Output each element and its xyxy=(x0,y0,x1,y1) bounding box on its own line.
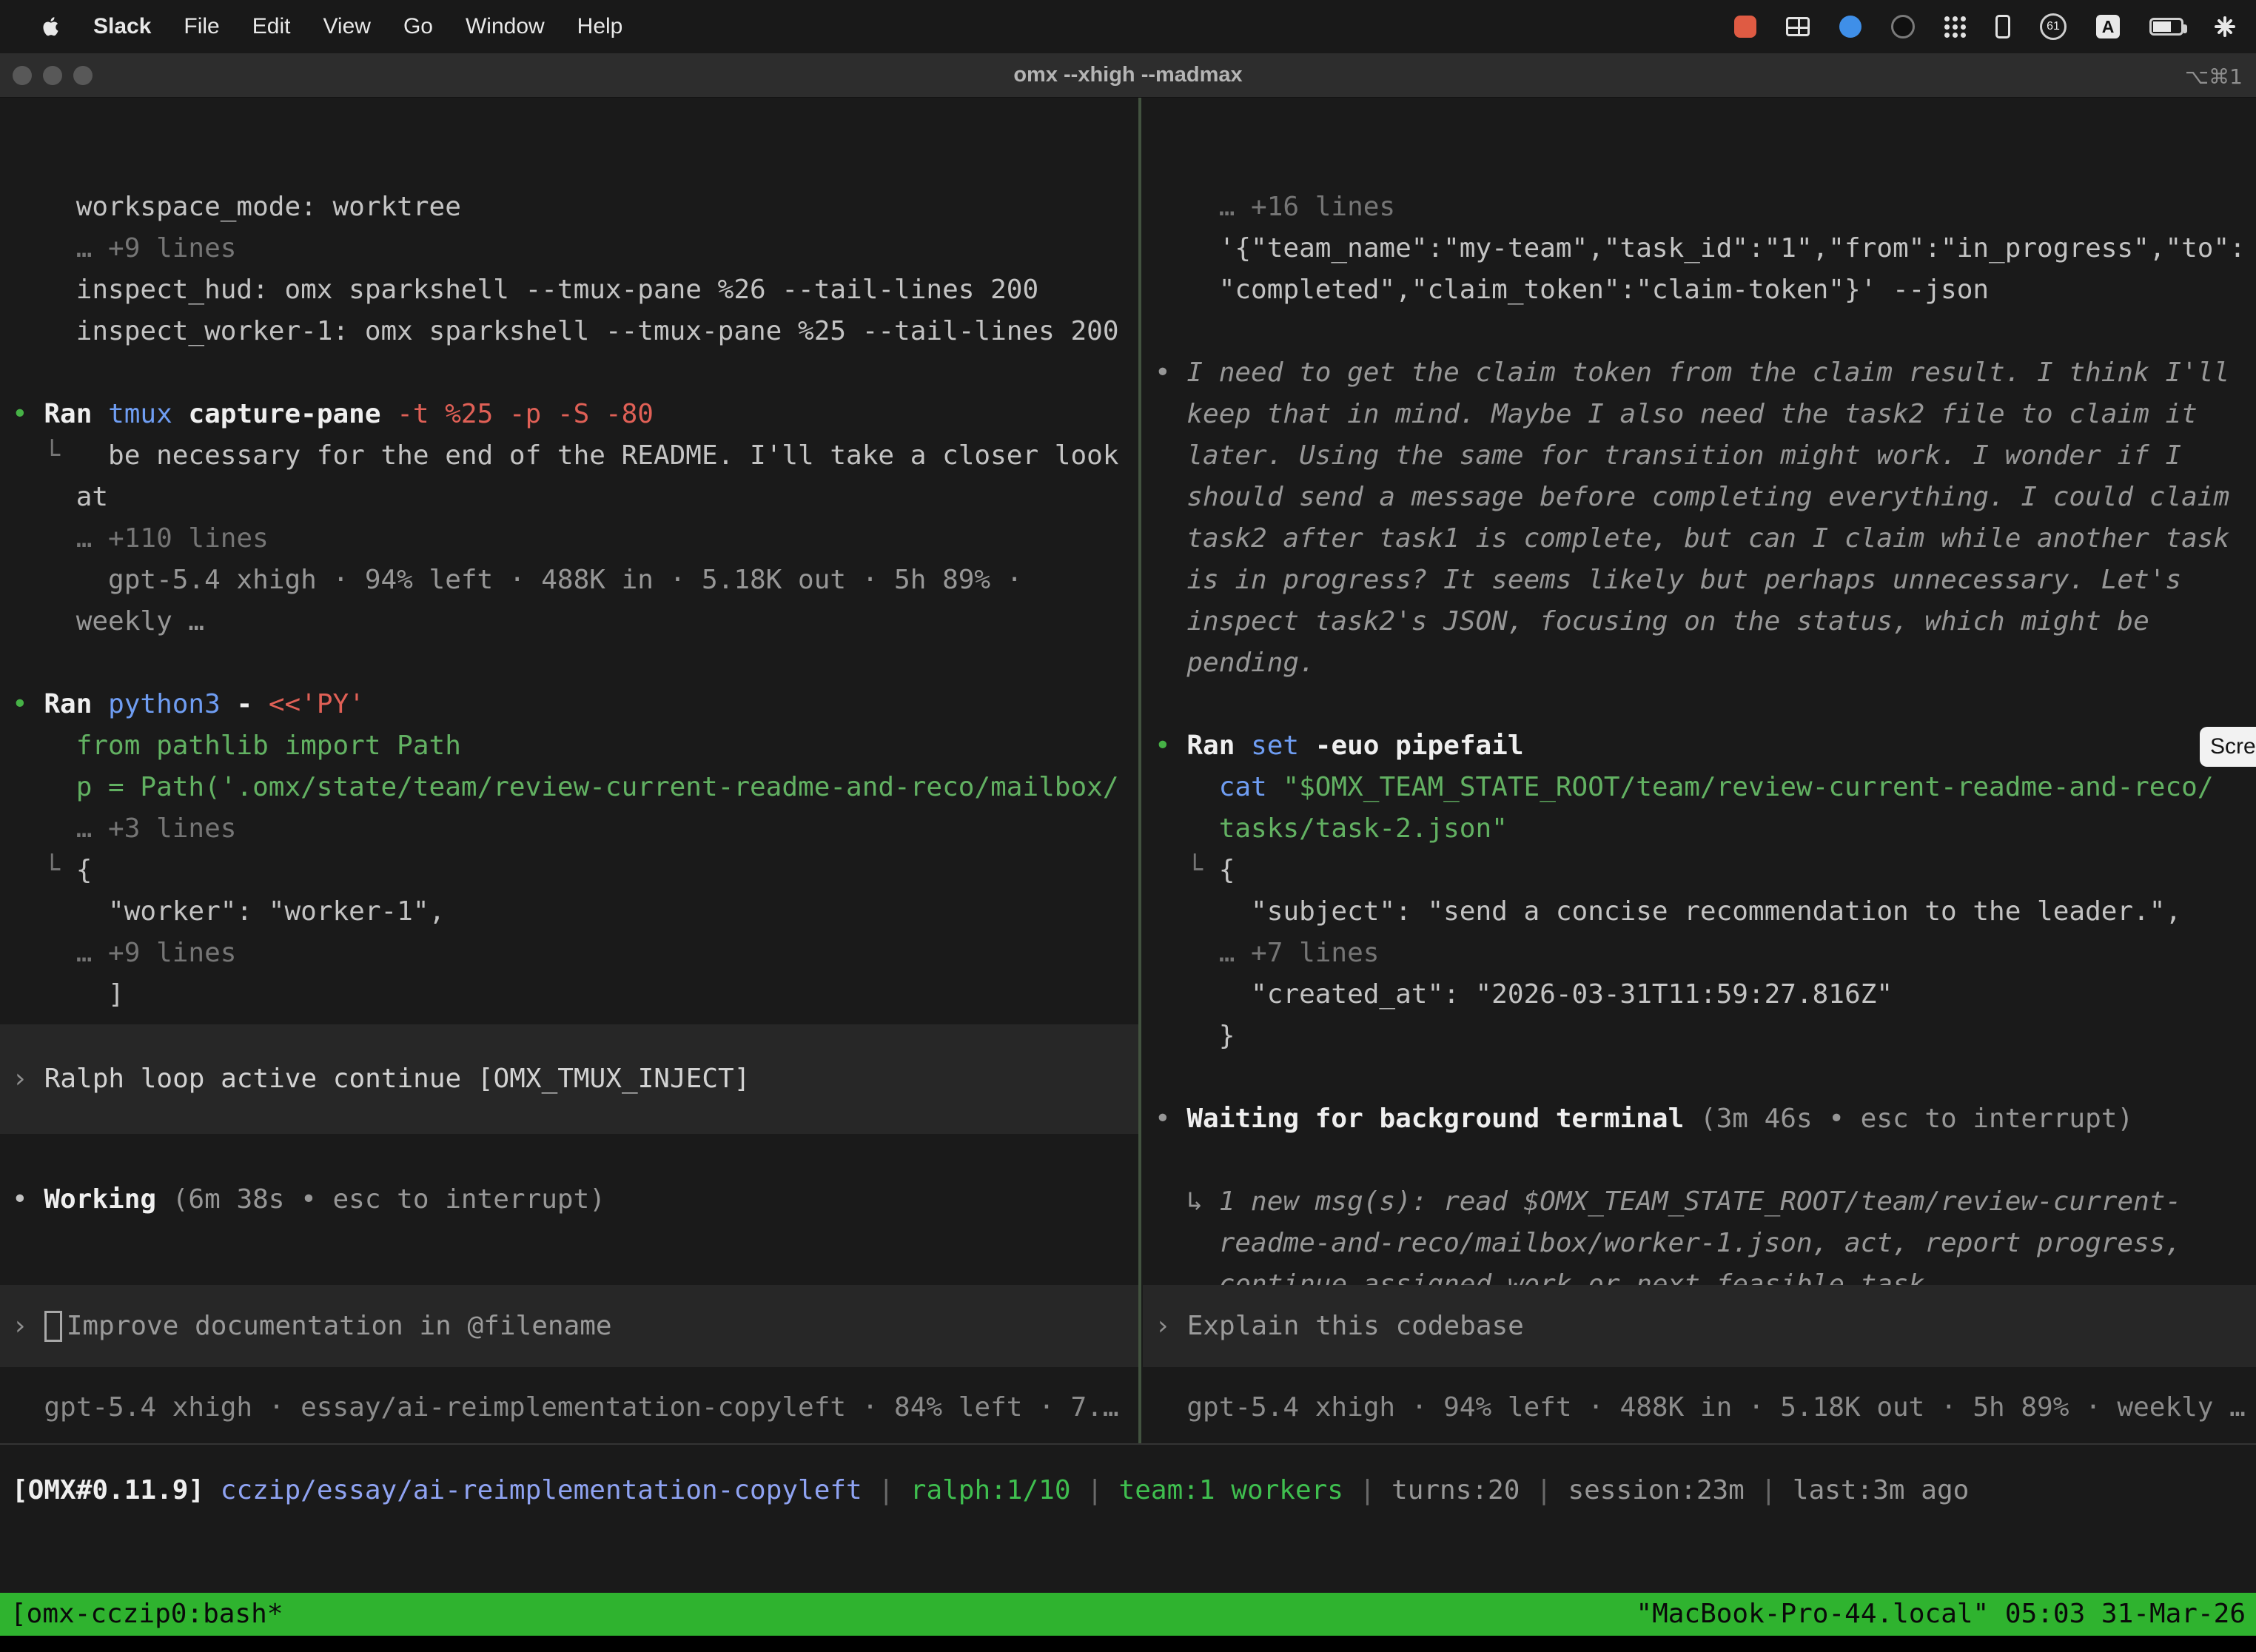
terminal-line: [OMX#0.11.9] cczip/essay/ai-reimplementa… xyxy=(12,1470,1969,1511)
prompt-chevron-icon: › xyxy=(12,1306,28,1347)
terminal-line: ↳ 1 new msg(s): read $OMX_TEAM_STATE_ROO… xyxy=(1155,1181,2256,1223)
menu-window[interactable]: Window xyxy=(449,14,561,39)
menu-view[interactable]: View xyxy=(306,14,386,39)
pane-status-right: gpt-5.4 xhigh · 94% left · 488K in · 5.1… xyxy=(1155,1387,2246,1428)
terminal-line: at xyxy=(12,477,1138,518)
terminal-line: … +7 lines xyxy=(1155,933,2256,974)
terminal-line: "completed","claim_token":"claim-token"}… xyxy=(1155,269,2256,311)
terminal-line: "subject": "send a concise recommendatio… xyxy=(1155,891,2256,933)
menu-go[interactable]: Go xyxy=(387,14,449,39)
terminal-line: p = Path('.omx/state/team/review-current… xyxy=(12,767,1138,808)
terminal-line: inspect_worker-1: omx sparkshell --tmux-… xyxy=(12,311,1138,352)
terminal-line: • Waiting for background terminal (3m 46… xyxy=(1155,1098,2256,1140)
menu-items: FileEditViewGoWindowHelp xyxy=(167,14,639,39)
phone-icon[interactable] xyxy=(1995,15,2010,38)
prompt-input-left[interactable]: › Improve documentation in @filename xyxy=(0,1285,1138,1367)
terminal-line: '{"team_name":"my-team","task_id":"1","f… xyxy=(1155,228,2256,269)
prompt-placeholder: Improve documentation in @filename xyxy=(67,1306,612,1347)
menu-edit[interactable]: Edit xyxy=(236,14,307,39)
terminal-line xyxy=(12,642,1138,684)
terminal-line: └ { xyxy=(12,850,1138,891)
terminal-line: workspace_mode: worktree xyxy=(12,187,1138,228)
text-cursor xyxy=(44,1311,62,1342)
menu-left: Slack FileEditViewGoWindowHelp xyxy=(0,14,639,39)
window-title: omx --xhigh --madmax xyxy=(0,63,2256,87)
tmux-host-clock: "MacBook-Pro-44.local" 05:03 31-Mar-26 xyxy=(1636,1593,2246,1636)
terminal-line: readme-and-reco/mailbox/worker-1.json, a… xyxy=(1155,1223,2256,1264)
terminal-line: later. Using the same for transition mig… xyxy=(1155,435,2256,477)
terminal-pane-right: … +16 lines '{"team_name":"my-team","tas… xyxy=(1143,98,2256,1443)
terminal-line xyxy=(12,352,1138,394)
battery-icon[interactable] xyxy=(2149,18,2183,36)
terminal-line: … +3 lines xyxy=(12,808,1138,850)
terminal-line: … +9 lines xyxy=(12,933,1138,974)
terminal-line: inspect_hud: omx sparkshell --tmux-pane … xyxy=(12,269,1138,311)
terminal-line: gpt-5.4 xhigh · 94% left · 488K in · 5.1… xyxy=(12,560,1138,601)
dots-grid-icon[interactable] xyxy=(1944,16,1966,38)
screen-recording-icon[interactable] xyxy=(1734,16,1756,38)
ralph-loop-text: Ralph loop active continue [OMX_TMUX_INJ… xyxy=(44,1058,751,1100)
window-grid-icon[interactable] xyxy=(1786,17,1810,36)
prompt-input-right[interactable]: › Explain this codebase xyxy=(1143,1285,2256,1367)
prompt-placeholder: Explain this codebase xyxy=(1187,1306,1524,1347)
prompt-chevron-icon: › xyxy=(12,1058,28,1100)
terminal-window: workspace_mode: worktree … +9 lines insp… xyxy=(0,98,2256,1593)
dark-app-icon[interactable] xyxy=(1891,15,1915,38)
terminal-line xyxy=(1155,684,2256,725)
terminal-line: … +9 lines xyxy=(12,228,1138,269)
battery-percent-badge[interactable]: 61 xyxy=(2040,13,2067,40)
terminal-line: should send a message before completing … xyxy=(1155,477,2256,518)
terminal-line: • I need to get the claim token from the… xyxy=(1155,352,2256,394)
menu-help[interactable]: Help xyxy=(561,14,639,39)
terminal-line: task2 after task1 is complete, but can I… xyxy=(1155,518,2256,560)
menu-bar: Slack FileEditViewGoWindowHelp 61 A xyxy=(0,0,2256,53)
terminal-line xyxy=(1155,1140,2256,1181)
terminal-line: └ { xyxy=(1155,850,2256,891)
terminal-line: weekly … xyxy=(12,601,1138,642)
terminal-line: • Ran set -euo pipefail xyxy=(1155,725,2256,767)
terminal-line: "worker": "worker-1", xyxy=(12,891,1138,933)
terminal-line: • Working (6m 38s • esc to interrupt) xyxy=(12,1179,605,1220)
window-title-bar: omx --xhigh --madmax ⌥⌘1 xyxy=(0,53,2256,98)
input-source-icon[interactable]: A xyxy=(2096,15,2120,38)
apple-menu-icon[interactable] xyxy=(25,16,77,38)
blue-app-icon[interactable] xyxy=(1839,16,1861,38)
horizontal-separator xyxy=(0,1443,2256,1445)
terminal-line: from pathlib import Path xyxy=(12,725,1138,767)
fan-icon[interactable] xyxy=(2213,15,2237,38)
terminal-line: • Ran tmux capture-pane -t %25 -p -S -80 xyxy=(12,394,1138,435)
terminal-line: is in progress? It seems likely but perh… xyxy=(1155,560,2256,601)
terminal-output-right: … +16 lines '{"team_name":"my-team","tas… xyxy=(1143,181,2256,1347)
working-status-line: • Working (6m 38s • esc to interrupt) xyxy=(12,1179,605,1220)
ralph-loop-banner[interactable]: › Ralph loop active continue [OMX_TMUX_I… xyxy=(0,1024,1138,1134)
terminal-line: … +110 lines xyxy=(12,518,1138,560)
menu-file[interactable]: File xyxy=(167,14,235,39)
pane-status-left: gpt-5.4 xhigh · essay/ai-reimplementatio… xyxy=(12,1387,1119,1428)
terminal-pane-left: workspace_mode: worktree … +9 lines insp… xyxy=(0,98,1138,1443)
terminal-line xyxy=(1155,1057,2256,1098)
terminal-line: keep that in mind. Maybe I also need the… xyxy=(1155,394,2256,435)
pane-divider[interactable] xyxy=(1138,98,1141,1443)
terminal-line: pending. xyxy=(1155,642,2256,684)
terminal-line xyxy=(1155,311,2256,352)
prompt-chevron-icon: › xyxy=(1155,1306,1171,1347)
terminal-line: … +16 lines xyxy=(1155,187,2256,228)
terminal-output-left: workspace_mode: worktree … +9 lines insp… xyxy=(0,181,1138,1057)
terminal-line: "created_at": "2026-03-31T11:59:27.816Z" xyxy=(1155,974,2256,1015)
window-shortcut-hint: ⌥⌘1 xyxy=(2185,64,2243,89)
screen-tooltip[interactable]: Scre xyxy=(2200,727,2256,767)
terminal-line: • Ran python3 - <<'PY' xyxy=(12,684,1138,725)
active-app-name[interactable]: Slack xyxy=(77,14,167,39)
terminal-line: └ be necessary for the end of the README… xyxy=(12,435,1138,477)
tmux-session-name: [omx-cczip0:bash* xyxy=(10,1593,283,1636)
omx-session-status-line: [OMX#0.11.9] cczip/essay/ai-reimplementa… xyxy=(12,1470,1969,1511)
tmux-status-bar: [omx-cczip0:bash* "MacBook-Pro-44.local"… xyxy=(0,1593,2256,1636)
terminal-line: } xyxy=(1155,1015,2256,1057)
terminal-line: cat "$OMX_TEAM_STATE_ROOT/team/review-cu… xyxy=(1155,767,2256,808)
terminal-line: inspect task2's JSON, focusing on the st… xyxy=(1155,601,2256,642)
terminal-line: ] xyxy=(12,974,1138,1015)
terminal-line: tasks/task-2.json" xyxy=(1155,808,2256,850)
menu-status-icons: 61 A xyxy=(1734,13,2256,40)
